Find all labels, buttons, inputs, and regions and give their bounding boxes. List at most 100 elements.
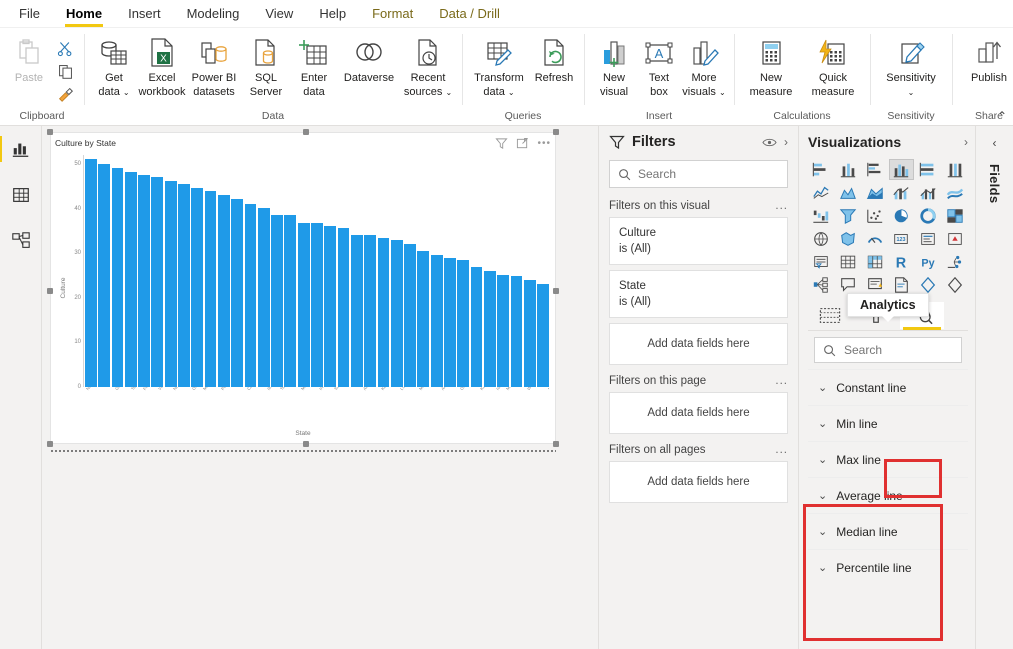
ribbon-tab-help[interactable]: Help: [306, 0, 359, 27]
ribbon-tab-data-drill[interactable]: Data / Drill: [426, 0, 513, 27]
clustered-column-chart-icon[interactable]: [889, 159, 915, 180]
bar[interactable]: [218, 195, 230, 387]
visualizations-collapse-chevron-icon[interactable]: ›: [964, 135, 968, 149]
bar[interactable]: [178, 184, 190, 387]
bar[interactable]: [524, 280, 536, 387]
bar-chart-visual[interactable]: Culture by State: [50, 132, 556, 444]
analytics-search-box[interactable]: [814, 337, 962, 363]
analytics-item-constant-line[interactable]: ⌄ Constant line: [808, 369, 968, 405]
waterfall-chart-icon[interactable]: [808, 205, 834, 226]
bar[interactable]: [271, 215, 283, 387]
bar[interactable]: [391, 240, 403, 387]
collapse-pane-chevron-icon[interactable]: ›: [784, 135, 788, 149]
analytics-item-average-line[interactable]: ⌄ Average line: [808, 477, 968, 513]
bar[interactable]: [151, 177, 163, 387]
qa-visual-icon[interactable]: [835, 274, 861, 295]
bar[interactable]: [138, 175, 150, 387]
bar[interactable]: [378, 238, 390, 387]
bar[interactable]: [324, 226, 336, 387]
python-visual-icon[interactable]: Py: [915, 251, 941, 272]
smart-narrative-icon[interactable]: [862, 274, 888, 295]
bar[interactable]: [125, 172, 137, 387]
bar[interactable]: [258, 208, 270, 387]
resize-handle-nw[interactable]: [47, 129, 53, 135]
bar[interactable]: [511, 276, 523, 387]
transform-data-button[interactable]: Transform data ⌄: [468, 31, 530, 99]
bar[interactable]: [298, 223, 310, 387]
decomposition-tree-icon[interactable]: [808, 274, 834, 295]
bar[interactable]: [417, 251, 429, 387]
more-visuals-ellipsis-icon[interactable]: [942, 274, 968, 295]
filters-section-all-pages-menu[interactable]: ...: [775, 444, 788, 456]
fields-pane-collapsed[interactable]: ‹ Fields: [975, 126, 1013, 649]
bar[interactable]: [311, 223, 323, 387]
bar[interactable]: [431, 255, 443, 387]
map-icon[interactable]: [808, 228, 834, 249]
filter-dropzone-page[interactable]: Add data fields here: [609, 392, 788, 434]
filled-map-icon[interactable]: [835, 228, 861, 249]
bar[interactable]: [537, 284, 549, 387]
multi-row-card-icon[interactable]: [915, 228, 941, 249]
format-painter-button[interactable]: [57, 83, 74, 105]
funnel-chart-icon[interactable]: [835, 205, 861, 226]
stacked-bar-chart-icon[interactable]: [808, 159, 834, 180]
card-icon[interactable]: 123: [889, 228, 915, 249]
100-stacked-bar-chart-icon[interactable]: [915, 159, 941, 180]
quick-measure-button[interactable]: Quick measure: [802, 31, 864, 99]
bar[interactable]: [364, 235, 376, 387]
power-apps-icon[interactable]: [915, 274, 941, 295]
slicer-icon[interactable]: [808, 251, 834, 272]
kpi-icon[interactable]: [942, 228, 968, 249]
publish-button[interactable]: Publish: [958, 31, 1013, 85]
ribbon-tab-file[interactable]: File: [6, 0, 53, 27]
line-clustered-column-chart-icon[interactable]: [915, 182, 941, 203]
stacked-column-chart-icon[interactable]: [835, 159, 861, 180]
report-view-button[interactable]: [4, 134, 38, 164]
data-view-button[interactable]: [4, 180, 38, 210]
resize-handle-se[interactable]: [553, 441, 559, 447]
bar[interactable]: [497, 275, 509, 387]
filter-icon[interactable]: [495, 137, 508, 150]
report-canvas[interactable]: Culture by State: [42, 126, 598, 649]
new-measure-button[interactable]: New measure: [740, 31, 802, 99]
model-view-button[interactable]: [4, 226, 38, 256]
bar[interactable]: [85, 159, 97, 387]
filters-section-visual-menu[interactable]: ...: [775, 200, 788, 212]
r-script-visual-icon[interactable]: R: [889, 251, 915, 272]
sql-server-button[interactable]: SQL Server: [242, 31, 290, 99]
bar[interactable]: [165, 181, 177, 387]
resize-handle-sw[interactable]: [47, 441, 53, 447]
new-visual-button[interactable]: New visual: [590, 31, 638, 99]
line-chart-icon[interactable]: [808, 182, 834, 203]
ribbon-tab-view[interactable]: View: [252, 0, 306, 27]
bar[interactable]: [338, 228, 350, 387]
filters-search-input[interactable]: [638, 167, 793, 181]
matrix-icon[interactable]: [862, 251, 888, 272]
analytics-item-percentile-line[interactable]: ⌄ Percentile line: [808, 549, 968, 585]
key-influencers-icon[interactable]: [942, 251, 968, 272]
recent-sources-button[interactable]: Recent sources ⌄: [400, 31, 456, 99]
filter-card-culture[interactable]: Culture is (All): [609, 217, 788, 265]
ribbon-tab-home[interactable]: Home: [53, 0, 115, 27]
table-icon[interactable]: [835, 251, 861, 272]
hide-pane-eye-icon[interactable]: [762, 137, 777, 148]
visual-container[interactable]: Culture by State: [50, 132, 556, 444]
filters-search-box[interactable]: [609, 160, 788, 188]
ribbon-chart-icon[interactable]: [942, 182, 968, 203]
more-options-icon[interactable]: •••: [537, 138, 551, 149]
scatter-chart-icon[interactable]: [862, 205, 888, 226]
clustered-bar-chart-icon[interactable]: [862, 159, 888, 180]
bar[interactable]: [444, 258, 456, 387]
stacked-area-chart-icon[interactable]: [862, 182, 888, 203]
enter-data-button[interactable]: Enter data: [290, 31, 338, 99]
copy-button[interactable]: [57, 60, 74, 82]
refresh-button[interactable]: Refresh: [530, 31, 578, 85]
paste-button[interactable]: Paste: [6, 31, 52, 85]
ribbon-tab-insert[interactable]: Insert: [115, 0, 174, 27]
fields-expand-chevron-icon[interactable]: ‹: [993, 136, 997, 150]
bar[interactable]: [351, 235, 363, 387]
bar[interactable]: [484, 271, 496, 387]
bar[interactable]: [245, 204, 257, 387]
analytics-search-input[interactable]: [844, 343, 975, 357]
bar-series[interactable]: [85, 155, 549, 387]
